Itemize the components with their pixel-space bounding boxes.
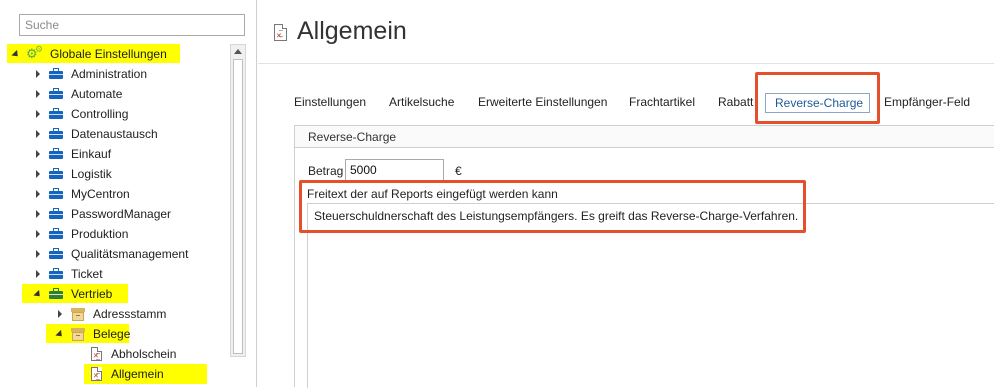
scrollbar-thumb[interactable] [233, 59, 243, 354]
expand-icon[interactable] [36, 170, 40, 178]
scroll-up-icon[interactable] [234, 49, 242, 54]
tab-frachtartikel[interactable]: Frachtartikel [629, 93, 695, 113]
briefcase-icon [49, 168, 63, 179]
expand-icon[interactable] [36, 190, 40, 198]
tree-node-label: Globale Einstellungen [50, 47, 167, 61]
briefcase-icon [49, 228, 63, 239]
tree-node-label: Einkauf [71, 147, 112, 161]
tree-node-label: Logistik [71, 167, 112, 181]
expand-icon[interactable] [36, 250, 40, 258]
document-icon: ✕ [91, 347, 102, 361]
annotation-box [755, 72, 880, 124]
tree-node-label: Adressstamm [93, 307, 167, 321]
expand-icon[interactable] [36, 270, 40, 278]
expand-icon[interactable] [36, 230, 40, 238]
tree-node-label: Produktion [71, 227, 129, 241]
content-area: ✕ Allgemein Einstellungen Artikelsuche E… [258, 0, 994, 388]
tab-artikelsuche[interactable]: Artikelsuche [389, 93, 454, 113]
tree-node-label: Controlling [71, 107, 129, 121]
tree-node-label: Ticket [71, 267, 103, 281]
briefcase-icon [49, 188, 63, 199]
tab-erweiterte-einstellungen[interactable]: Erweiterte Einstellungen [478, 93, 607, 113]
tree-node-label: Qualitätsmanagement [71, 247, 189, 261]
reverse-charge-panel: Reverse-Charge Betrag € Freitext der auf… [294, 125, 994, 388]
expand-icon[interactable] [36, 70, 40, 78]
tree-node-label: Vertrieb [71, 287, 113, 301]
briefcase-icon [49, 288, 63, 299]
panel-header: Reverse-Charge [295, 126, 994, 148]
briefcase-icon [49, 108, 63, 119]
briefcase-icon [49, 208, 63, 219]
betrag-input[interactable] [345, 159, 444, 181]
tab-rabatt[interactable]: Rabatt [718, 93, 753, 113]
panel-title: Reverse-Charge [308, 130, 397, 144]
document-icon: ✕ [274, 24, 287, 41]
briefcase-icon [49, 128, 63, 139]
tree-node-label: PasswordManager [71, 207, 172, 221]
document-icon: ✕ [91, 367, 102, 381]
briefcase-icon [49, 148, 63, 159]
tree-node-label: MyCentron [71, 187, 130, 201]
title-divider [258, 63, 994, 64]
currency-symbol: € [455, 164, 462, 178]
gears-icon: ⚙ ⚙ [26, 44, 44, 61]
briefcase-icon [49, 88, 63, 99]
tree-node-label: Automate [71, 87, 123, 101]
briefcase-icon [49, 268, 63, 279]
tab-einstellungen[interactable]: Einstellungen [294, 93, 366, 113]
tree-node-label: Allgemein [111, 367, 164, 381]
expand-icon[interactable] [36, 130, 40, 138]
page-title: Allgemein [297, 17, 407, 45]
briefcase-icon [49, 68, 63, 79]
tree-node-label: Administration [71, 67, 148, 81]
tab-empfaenger-feld[interactable]: Empfänger-Feld [884, 93, 970, 113]
expand-icon[interactable] [58, 310, 62, 318]
expand-icon[interactable] [36, 110, 40, 118]
expand-icon[interactable] [36, 90, 40, 98]
tree-node-label: Datenaustausch [71, 127, 158, 141]
tree-scrollbar[interactable] [230, 44, 246, 357]
expand-icon[interactable] [36, 210, 40, 218]
tree-node-label: Belege [93, 327, 131, 341]
tree-node-label: Abholschein [111, 347, 177, 361]
expand-icon[interactable] [36, 150, 40, 158]
box-icon [71, 328, 85, 341]
annotation-box [299, 180, 806, 233]
navigation-pane: ⚙⚙ Globale Einstellungen Administration … [0, 0, 257, 387]
box-icon [71, 308, 85, 321]
search-input[interactable] [19, 14, 245, 36]
briefcase-icon [49, 248, 63, 259]
betrag-label: Betrag [308, 164, 344, 178]
